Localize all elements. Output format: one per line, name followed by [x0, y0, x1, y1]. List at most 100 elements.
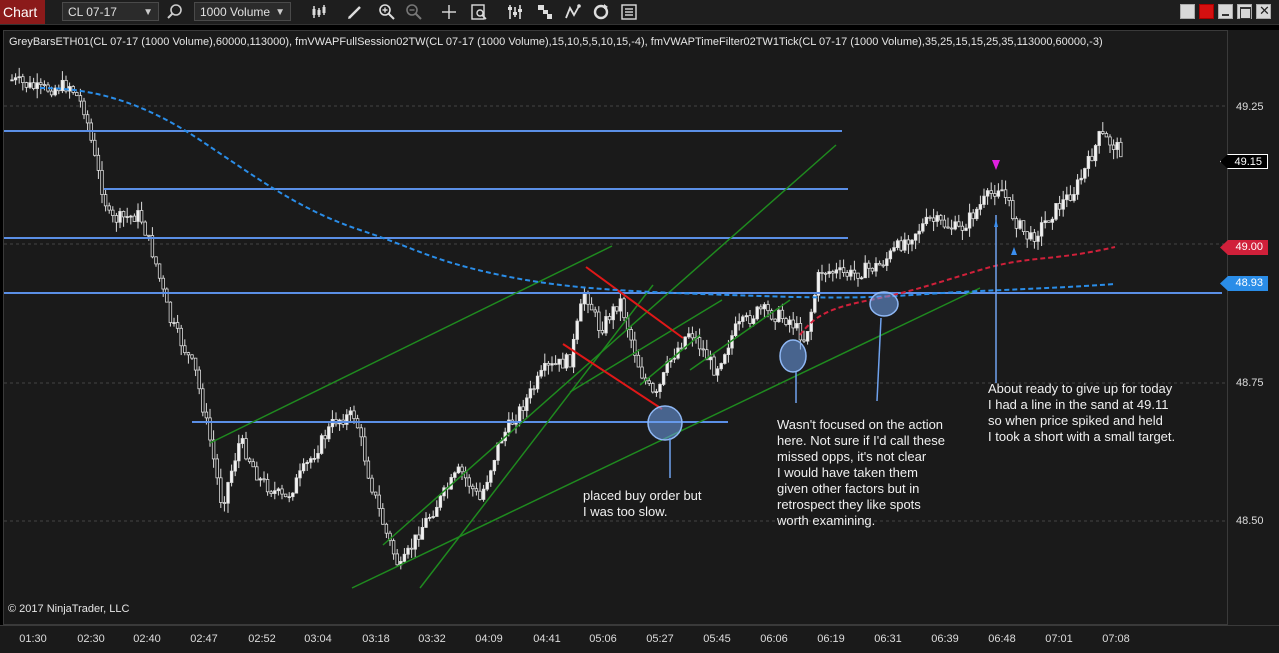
candle-body	[154, 256, 158, 265]
time-tick: 02:30	[77, 633, 105, 645]
candle-body	[744, 315, 749, 318]
candle-body	[312, 457, 317, 460]
time-tick: 04:41	[533, 633, 561, 645]
candle-body	[647, 380, 651, 384]
last-price-label: 49.15	[1220, 154, 1268, 169]
candle-body	[1119, 141, 1123, 158]
candle-body	[197, 369, 201, 390]
candle-body	[492, 459, 497, 472]
candle-body	[1061, 199, 1065, 210]
candle-body	[553, 363, 558, 365]
candle-body	[139, 210, 144, 223]
entry-marker	[647, 405, 683, 441]
candle-body	[899, 240, 903, 251]
candle-body	[802, 339, 806, 342]
candle-body	[1108, 136, 1112, 146]
candle-body	[748, 315, 752, 325]
candle-body	[1115, 141, 1119, 150]
candle-body	[1057, 203, 1062, 210]
candle-body	[575, 320, 579, 340]
trend-line	[209, 245, 613, 444]
time-tick: 07:08	[1102, 633, 1130, 645]
candle-body	[867, 262, 871, 269]
candle-body	[327, 426, 331, 440]
candle-body	[183, 345, 187, 354]
candle-body	[10, 79, 14, 82]
candle-body	[96, 154, 101, 171]
candle-body	[143, 221, 147, 236]
candle-body	[618, 298, 623, 312]
candle-body	[532, 388, 536, 391]
candle-body	[438, 495, 443, 508]
candle-body	[863, 262, 867, 279]
candle-body	[478, 490, 482, 500]
candle-body	[28, 82, 32, 88]
candle-body	[949, 227, 954, 230]
candle-body	[607, 316, 612, 321]
candle-body	[82, 100, 86, 116]
candle-body	[359, 427, 363, 438]
candle-body	[471, 485, 475, 490]
candle-body	[39, 82, 43, 85]
candle-body	[975, 208, 979, 220]
candle-body	[726, 347, 731, 355]
candle-body	[456, 466, 461, 474]
candle-body	[946, 226, 950, 229]
time-tick: 03:32	[418, 633, 446, 645]
candle-body	[417, 534, 421, 540]
channel-line	[562, 343, 663, 410]
candle-body	[172, 322, 176, 324]
candle-body	[791, 319, 795, 329]
candle-body	[107, 205, 111, 211]
trend-line	[419, 284, 654, 589]
candle-body	[381, 508, 385, 525]
candle-body	[35, 82, 39, 89]
candle-body	[294, 477, 299, 494]
candle-body	[780, 309, 785, 319]
candle-body	[870, 267, 875, 272]
opportunity-marker	[779, 339, 807, 373]
candle-body	[348, 410, 353, 416]
candle-body	[701, 348, 705, 351]
candle-body	[103, 194, 108, 207]
candle-body	[543, 362, 547, 371]
candle-body	[852, 269, 857, 274]
candle-body	[1093, 145, 1098, 162]
up-arrow-icon	[1011, 247, 1017, 255]
candle-body	[24, 82, 29, 88]
candle-body	[805, 331, 810, 342]
candle-body	[489, 470, 493, 483]
candle-body	[658, 384, 662, 393]
candle-body	[60, 79, 65, 92]
candle-body	[615, 306, 619, 312]
candle-body	[100, 169, 104, 195]
candle-body	[874, 262, 878, 272]
candle-body	[823, 272, 828, 275]
candle-body	[265, 479, 270, 493]
candle-body	[957, 221, 961, 227]
candle-body	[564, 354, 569, 369]
candle-body	[222, 502, 227, 504]
candle-body	[795, 323, 799, 329]
candle-body	[193, 357, 198, 371]
time-tick: 06:31	[874, 633, 902, 645]
candle-body	[161, 277, 165, 290]
candle-body	[834, 269, 839, 274]
candle-body	[687, 333, 691, 338]
candle-body	[960, 225, 965, 231]
time-tick: 02:40	[133, 633, 161, 645]
candle-body	[766, 304, 770, 312]
candle-body	[1047, 220, 1051, 223]
candle-body	[550, 363, 554, 366]
candle-body	[420, 526, 425, 540]
candle-body	[233, 460, 237, 472]
candle-body	[406, 547, 410, 555]
candle-body	[737, 321, 741, 325]
candle-body	[859, 277, 864, 280]
candle-body	[1018, 220, 1022, 229]
candle-body	[366, 460, 371, 479]
candle-body	[355, 418, 360, 429]
candle-body	[636, 354, 641, 368]
candle-body	[841, 267, 846, 273]
candle-body	[31, 82, 36, 89]
